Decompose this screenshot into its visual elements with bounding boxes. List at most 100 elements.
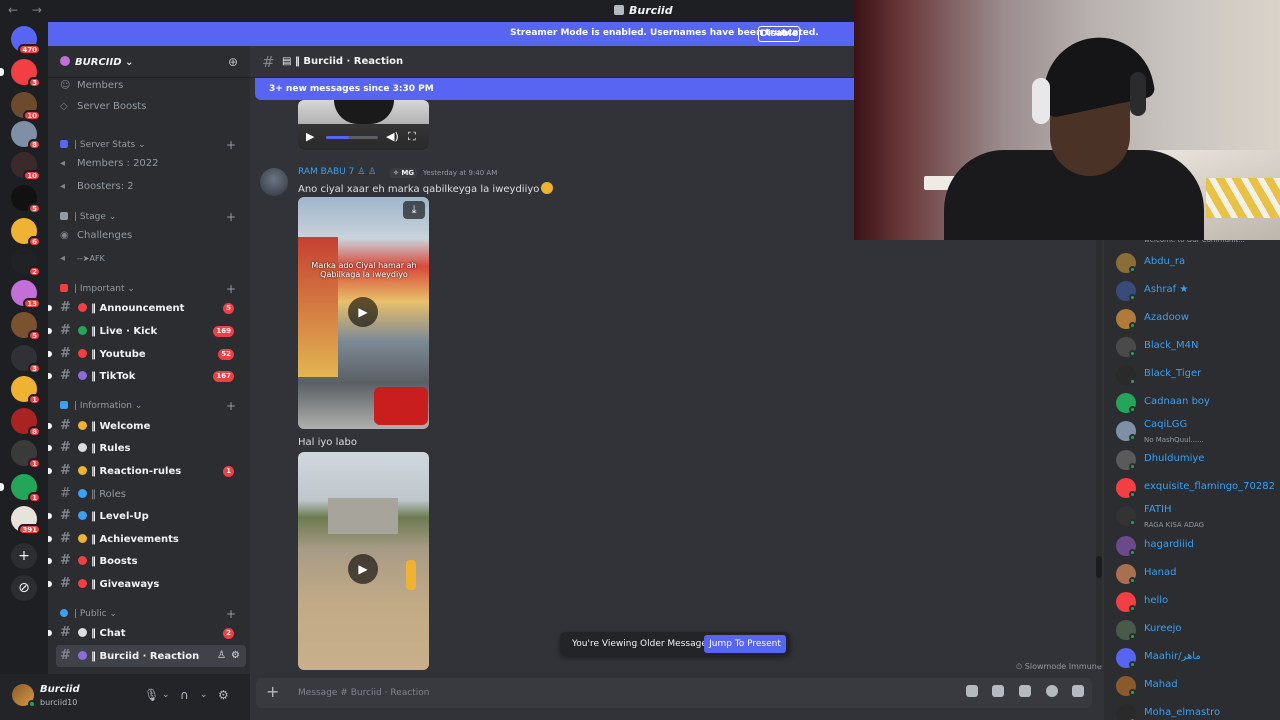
channel-chat[interactable]: # ‖ Chat 2: [48, 622, 246, 644]
gear-icon[interactable]: ⚙: [218, 688, 229, 702]
author-avatar[interactable]: [260, 168, 288, 196]
channel-challenges[interactable]: ◉ Challenges: [60, 226, 246, 246]
new-messages-bar[interactable]: 3+ new messages since 3:30 PM: [255, 78, 854, 100]
emoji-icon[interactable]: [1046, 685, 1058, 697]
channel-reaction-rules[interactable]: # ‖ Reaction-rules 1: [48, 460, 246, 482]
category-stage[interactable]: | Stage ⌄ +: [60, 209, 246, 225]
server-header[interactable]: BURCIID ⌄ ⊕: [48, 46, 250, 78]
microphone-icon[interactable]: 🎙: [144, 688, 159, 702]
channel-giveaways[interactable]: # ‖ Giveaways: [48, 573, 246, 595]
sidebar-server-boosts[interactable]: ◇ Server Boosts: [60, 97, 246, 117]
server-icon[interactable]: 391: [11, 506, 41, 535]
server-icon[interactable]: 10: [11, 92, 41, 121]
forward-button[interactable]: →: [32, 3, 42, 17]
channel-achievements[interactable]: # ‖ Achievements: [48, 528, 246, 550]
video-progress-bar[interactable]: [326, 136, 378, 139]
add-server-icon[interactable]: +: [11, 543, 37, 569]
channel-boosts[interactable]: # ‖ Boosts: [48, 550, 246, 572]
apps-icon[interactable]: [1072, 685, 1084, 697]
channel-rules[interactable]: # ‖ Rules: [48, 437, 246, 459]
back-button[interactable]: ←: [8, 3, 18, 17]
sticker-icon[interactable]: [1019, 685, 1031, 697]
member-item[interactable]: Dhuldumiye: [1112, 448, 1280, 472]
server-icon[interactable]: 8: [11, 121, 41, 150]
volume-icon[interactable]: ◀): [386, 130, 399, 143]
sidebar-members[interactable]: ☺ Members: [60, 76, 246, 96]
category-public[interactable]: | Public ⌄ +: [60, 606, 246, 622]
channel-announcement[interactable]: # ‖ Announcement 5: [48, 297, 246, 319]
channel-welcome[interactable]: # ‖ Welcome: [48, 415, 246, 437]
member-item[interactable]: Kureejo: [1112, 618, 1280, 642]
stat-members[interactable]: ◂ Members : 2022: [60, 154, 246, 174]
server-icon[interactable]: 2: [11, 248, 41, 277]
member-item[interactable]: exquisite_flamingo_70282: [1112, 476, 1280, 500]
chevron-down-icon[interactable]: ⌄: [200, 690, 208, 700]
member-item[interactable]: Hanad: [1112, 562, 1280, 586]
invite-people-icon[interactable]: ⊕: [228, 55, 238, 69]
create-invite-icon[interactable]: ♙: [217, 645, 226, 667]
stat-boosters[interactable]: ◂ Boosters: 2: [60, 177, 246, 197]
gif-icon[interactable]: [992, 685, 1004, 697]
member-item[interactable]: CaqiLGG No MashQuul......: [1112, 419, 1280, 444]
message-author[interactable]: RAM BABU 7 ♙ ♙: [298, 167, 376, 177]
server-icon[interactable]: 1: [11, 440, 41, 469]
server-icon[interactable]: 8: [11, 408, 41, 437]
channel-roles[interactable]: # ‖ Roles: [56, 483, 246, 505]
channel-burciid-reaction[interactable]: # ‖ Burciid · Reaction ⚙ ♙: [56, 645, 246, 667]
fullscreen-icon[interactable]: ⛶: [408, 130, 416, 144]
member-item[interactable]: Black_Tiger: [1112, 363, 1280, 387]
member-item[interactable]: Maahir/ماهر: [1112, 646, 1280, 670]
explore-icon[interactable]: ⊘: [11, 575, 37, 601]
member-item[interactable]: hello: [1112, 590, 1280, 614]
headphones-icon[interactable]: ∩: [180, 688, 189, 702]
member-item[interactable]: Moha_elmastro: [1112, 702, 1280, 720]
add-channel-icon[interactable]: +: [226, 137, 236, 153]
member-item[interactable]: Abdu_ra: [1112, 251, 1280, 275]
channel-level-up[interactable]: # ‖ Level-Up: [48, 505, 246, 527]
download-icon[interactable]: ⤓: [403, 201, 425, 219]
message-input[interactable]: Message # Burciid · Reaction: [298, 688, 429, 698]
server-icon[interactable]: 3: [11, 345, 41, 374]
server-icon[interactable]: 1: [0, 474, 41, 503]
play-icon[interactable]: ▶: [348, 554, 378, 584]
category-information[interactable]: | Information ⌄ +: [60, 398, 246, 414]
add-channel-icon[interactable]: +: [226, 606, 236, 622]
member-item[interactable]: Cadnaan boy: [1112, 391, 1280, 415]
member-item[interactable]: Azadoow: [1112, 307, 1280, 331]
category-server-stats[interactable]: | Server Stats ⌄ +: [60, 137, 246, 153]
video-player[interactable]: ▶: [298, 452, 429, 670]
server-icon[interactable]: 10: [11, 152, 41, 181]
server-icon[interactable]: 5: [11, 312, 41, 341]
message-composer[interactable]: + Message # Burciid · Reaction: [256, 678, 1092, 708]
server-icon[interactable]: 470: [11, 26, 41, 55]
member-item[interactable]: hagardiiid: [1112, 534, 1280, 558]
play-icon[interactable]: ▶: [348, 297, 378, 327]
add-channel-icon[interactable]: +: [226, 281, 236, 297]
server-icon[interactable]: 1: [11, 376, 41, 405]
add-channel-icon[interactable]: +: [226, 209, 236, 225]
add-channel-icon[interactable]: +: [226, 398, 236, 414]
server-icon[interactable]: 13: [11, 280, 41, 309]
member-item[interactable]: Ashraf ★: [1112, 279, 1280, 303]
server-icon[interactable]: 6: [11, 218, 41, 247]
member-item[interactable]: FATIH RAGA KISA ADAG: [1112, 504, 1280, 529]
channel-youtube[interactable]: # ‖ Youtube 52: [48, 343, 246, 365]
member-item[interactable]: Mahad: [1112, 674, 1280, 698]
scrollbar-thumb[interactable]: [1096, 556, 1102, 578]
channel-afk[interactable]: ◂ --➤AFK: [60, 249, 246, 269]
channel-live-kick[interactable]: # ‖ Live · Kick 169: [48, 320, 246, 342]
video-player[interactable]: Marka ado Ciyal hamar ah Qabilkaga la iw…: [298, 197, 429, 429]
channel-tiktok[interactable]: # ‖ TikTok 167: [48, 365, 246, 387]
play-icon[interactable]: ▶: [306, 130, 314, 143]
category-important[interactable]: | Important ⌄ +: [60, 281, 246, 297]
jump-to-present-button[interactable]: Jump To Present: [704, 635, 786, 653]
server-icon[interactable]: 3: [0, 59, 41, 88]
gift-icon[interactable]: [966, 685, 978, 697]
server-icon[interactable]: 5: [11, 185, 41, 214]
chevron-down-icon[interactable]: ⌄: [162, 690, 170, 700]
video-player[interactable]: ▶ ◀) ⛶: [298, 100, 429, 150]
add-attachment-icon[interactable]: +: [266, 682, 279, 701]
disable-button[interactable]: Disable: [758, 26, 800, 42]
member-item[interactable]: Black_M4N: [1112, 335, 1280, 359]
gear-icon[interactable]: ⚙: [231, 645, 240, 667]
